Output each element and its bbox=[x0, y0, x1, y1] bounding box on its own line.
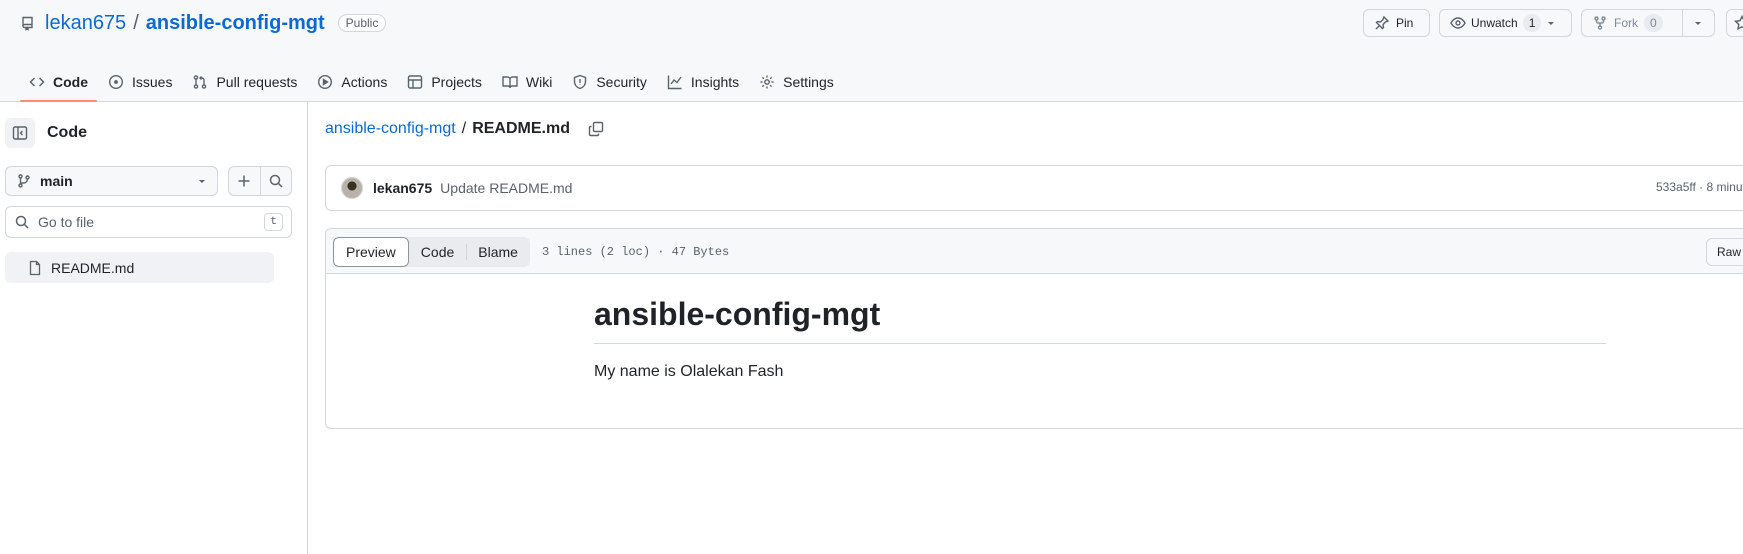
commit-author[interactable]: lekan675 bbox=[373, 180, 432, 196]
plus-icon bbox=[236, 173, 252, 189]
tab-label: Projects bbox=[431, 74, 482, 90]
tab-settings[interactable]: Settings bbox=[750, 63, 843, 101]
breadcrumb-separator: / bbox=[461, 120, 467, 137]
view-mode-switch: Preview Code Blame bbox=[333, 237, 530, 267]
pin-icon bbox=[1374, 15, 1390, 31]
file-info: 3 lines (2 loc) · 47 Bytes bbox=[542, 245, 730, 259]
copy-path-button[interactable] bbox=[588, 121, 604, 137]
sidebar-collapse-icon bbox=[12, 125, 28, 141]
tab-projects[interactable]: Projects bbox=[398, 63, 491, 101]
sidebar-header: Code bbox=[5, 118, 87, 148]
tab-label: Code bbox=[53, 74, 88, 90]
tab-insights[interactable]: Insights bbox=[658, 63, 748, 101]
avatar[interactable] bbox=[341, 177, 363, 199]
file-breadcrumb: ansible-config-mgt / README.md bbox=[325, 120, 604, 138]
file-tree-item-readme[interactable]: README.md bbox=[5, 252, 274, 283]
tab-security[interactable]: Security bbox=[563, 63, 656, 101]
add-file-button[interactable] bbox=[229, 167, 260, 195]
file-icon bbox=[27, 260, 43, 276]
chevron-down-icon bbox=[197, 176, 207, 186]
shield-icon bbox=[572, 74, 588, 90]
tab-label: Insights bbox=[690, 74, 740, 90]
repo-name-link[interactable]: ansible-config-mgt bbox=[146, 12, 325, 35]
chevron-down-icon bbox=[1693, 18, 1703, 28]
fork-label: Fork bbox=[1614, 16, 1638, 30]
search-icon bbox=[268, 173, 284, 189]
star-button[interactable] bbox=[1726, 9, 1743, 37]
fork-count: 0 bbox=[1644, 14, 1663, 32]
breadcrumb-repo-link[interactable]: ansible-config-mgt bbox=[325, 120, 456, 138]
breadcrumb-current-file: README.md bbox=[472, 120, 570, 137]
pull-request-icon bbox=[192, 74, 208, 90]
fork-dropdown-button[interactable] bbox=[1683, 10, 1713, 36]
star-icon bbox=[1734, 15, 1743, 31]
latest-commit-bar: lekan675 Update README.md 533a5ff · 8 mi… bbox=[325, 165, 1743, 211]
tab-wiki[interactable]: Wiki bbox=[493, 63, 561, 101]
code-icon bbox=[29, 74, 45, 90]
play-icon bbox=[317, 74, 333, 90]
repo-title: lekan675 / ansible-config-mgt Public bbox=[20, 10, 387, 36]
fork-button[interactable]: Fork 0 bbox=[1582, 10, 1682, 36]
collapse-sidebar-button[interactable] bbox=[5, 118, 35, 148]
issue-icon bbox=[108, 74, 124, 90]
book-icon bbox=[502, 74, 518, 90]
commit-message[interactable]: Update README.md bbox=[440, 180, 572, 196]
file-actions-group bbox=[228, 166, 292, 196]
tab-label: Pull requests bbox=[216, 74, 298, 90]
search-icon bbox=[14, 214, 30, 230]
branch-selector[interactable]: main bbox=[5, 166, 218, 196]
readme-heading: ansible-config-mgt bbox=[594, 296, 1606, 344]
graph-icon bbox=[667, 74, 683, 90]
blame-mode-button[interactable]: Blame bbox=[466, 237, 530, 267]
fork-button-group: Fork 0 bbox=[1581, 9, 1715, 37]
tab-label: Wiki bbox=[525, 74, 553, 90]
file-viewer: Preview Code Blame 3 lines (2 loc) · 47 … bbox=[325, 228, 1743, 429]
tab-actions[interactable]: Actions bbox=[308, 63, 396, 101]
file-toolbar: Preview Code Blame 3 lines (2 loc) · 47 … bbox=[326, 229, 1743, 274]
tab-code[interactable]: Code bbox=[20, 63, 97, 102]
tab-label: Settings bbox=[783, 74, 834, 90]
sidebar-title: Code bbox=[47, 124, 87, 141]
search-code-button[interactable] bbox=[261, 167, 292, 195]
branch-name: main bbox=[40, 173, 73, 189]
tab-label: Actions bbox=[341, 74, 388, 90]
repo-separator: / bbox=[133, 11, 139, 34]
gear-icon bbox=[759, 74, 775, 90]
file-tree-sidebar: Code main t README.md bbox=[0, 102, 308, 554]
go-to-file-field[interactable]: t bbox=[5, 206, 292, 238]
visibility-badge: Public bbox=[337, 14, 387, 32]
watch-count: 1 bbox=[1522, 14, 1542, 32]
unwatch-label: Unwatch bbox=[1471, 16, 1518, 30]
fork-icon bbox=[1592, 15, 1608, 31]
eye-icon bbox=[1450, 15, 1466, 31]
file-tree-item-label: README.md bbox=[51, 259, 135, 276]
pin-label: Pin bbox=[1396, 16, 1414, 30]
repo-header: lekan675 / ansible-config-mgt Public Pin… bbox=[0, 0, 1743, 102]
copy-icon bbox=[588, 121, 604, 137]
table-icon bbox=[407, 74, 423, 90]
raw-button[interactable]: Raw bbox=[1706, 238, 1743, 266]
chevron-down-icon bbox=[1546, 18, 1556, 28]
preview-mode-button[interactable]: Preview bbox=[333, 237, 409, 267]
tab-label: Security bbox=[596, 74, 647, 90]
code-mode-button[interactable]: Code bbox=[409, 237, 466, 267]
repo-owner-link[interactable]: lekan675 bbox=[45, 12, 126, 35]
readme-paragraph: My name is Olalekan Fash bbox=[594, 363, 784, 380]
readme-content: ansible-config-mgt My name is Olalekan F… bbox=[594, 284, 1606, 381]
repo-icon bbox=[20, 15, 36, 31]
go-to-file-input[interactable] bbox=[38, 214, 257, 230]
repo-nav-tabs: Code Issues Pull requests Actions Projec… bbox=[20, 63, 845, 102]
unwatch-button[interactable]: Unwatch 1 bbox=[1439, 9, 1572, 37]
tab-pull-requests[interactable]: Pull requests bbox=[183, 63, 306, 101]
shortcut-key: t bbox=[264, 213, 283, 231]
tab-issues[interactable]: Issues bbox=[99, 63, 181, 101]
pin-button[interactable]: Pin bbox=[1363, 9, 1430, 37]
tab-label: Issues bbox=[132, 74, 173, 90]
commit-meta[interactable]: 533a5ff · 8 minutes ago bbox=[1656, 180, 1743, 194]
branch-icon bbox=[16, 173, 32, 189]
